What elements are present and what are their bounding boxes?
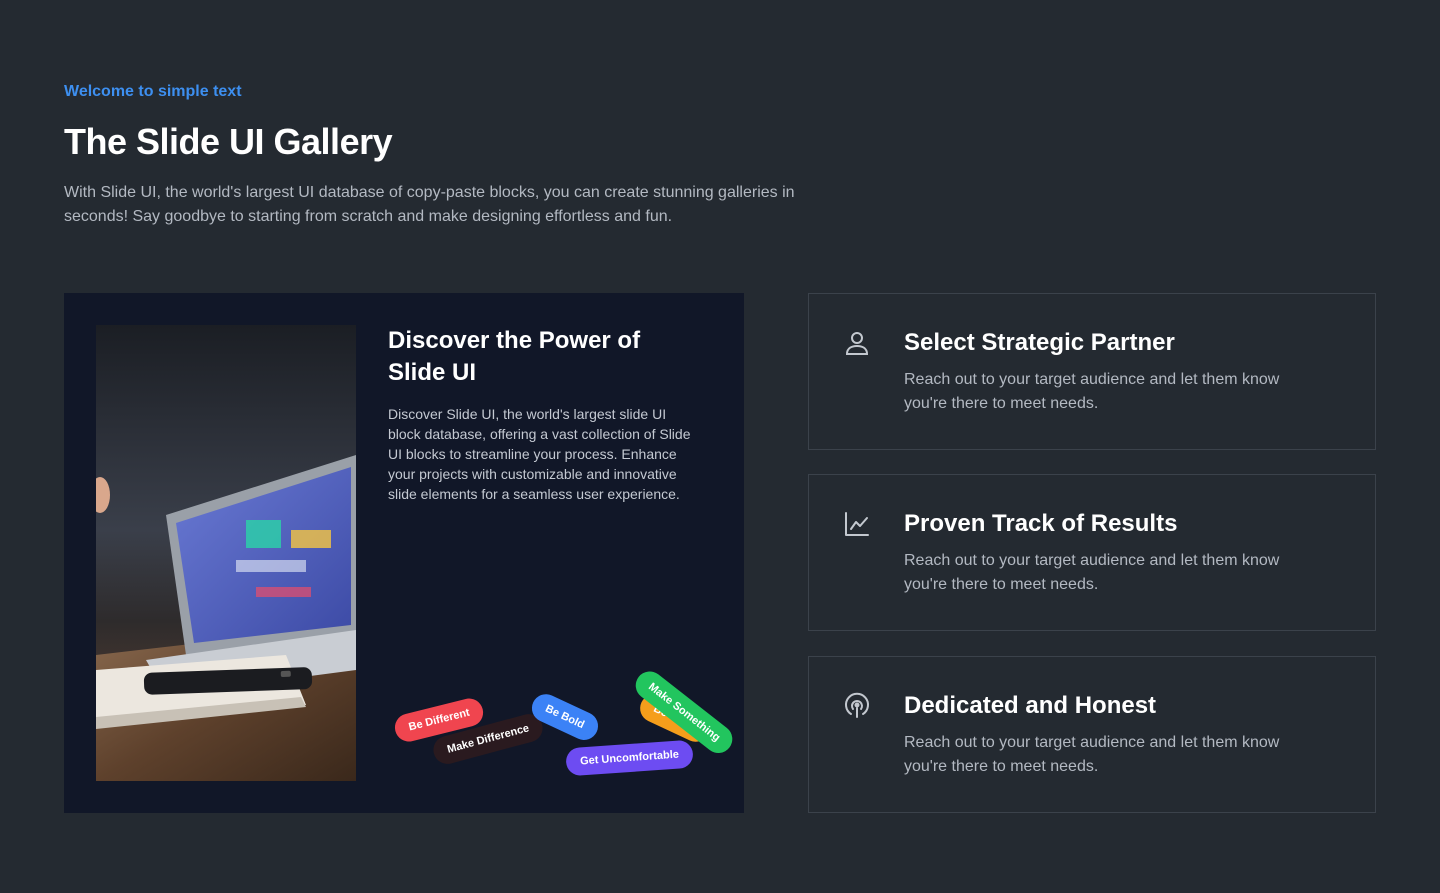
feature-title: Discover the Power of Slide UI (388, 327, 641, 386)
card-title: Dedicated and Honest (904, 692, 1157, 719)
card-title: Select Strategic Partner (904, 329, 1175, 356)
eyebrow-text: Welcome to simple text (64, 83, 242, 100)
card-description: Reach out to your target audience and le… (904, 371, 1280, 412)
page-description: With Slide UI, the world's largest UI da… (64, 184, 795, 225)
laptop-photo (96, 325, 356, 781)
info-card-proven-track: Proven Track of Results Reach out to you… (808, 474, 1376, 631)
podcast-icon (843, 692, 871, 720)
card-description: Reach out to your target audience and le… (904, 734, 1280, 775)
card-title: Proven Track of Results (904, 510, 1178, 537)
feature-description: Discover Slide UI, the world's largest s… (388, 406, 691, 502)
chart-line-icon (843, 510, 871, 538)
card-description: Reach out to your target audience and le… (904, 552, 1280, 593)
info-card-dedicated-honest: Dedicated and Honest Reach out to your t… (808, 656, 1376, 813)
info-card-strategic-partner: Select Strategic Partner Reach out to yo… (808, 293, 1376, 450)
tag-get-uncomfortable[interactable]: Get Uncomfortable (565, 739, 694, 777)
tag-cloud: Be Different Make Difference Be Bold Get… (388, 665, 739, 793)
user-icon (843, 329, 871, 357)
feature-card: Discover the Power of Slide UI Discover … (64, 293, 744, 813)
page-title: The Slide UI Gallery (64, 121, 393, 162)
